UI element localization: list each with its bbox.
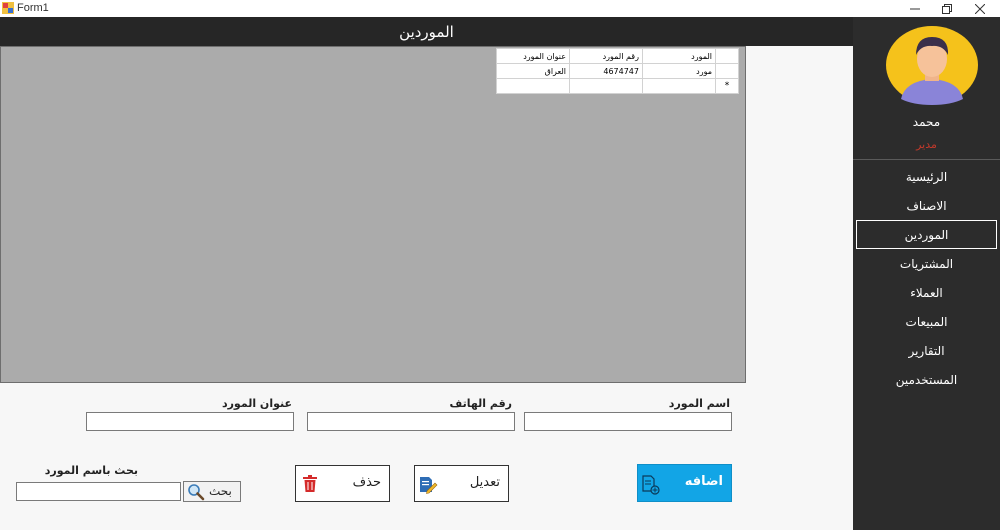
table-cell[interactable]: العراق (496, 63, 570, 79)
sidebar-item-users[interactable]: المستخدمين (856, 365, 997, 394)
table-header-row: عنوان المورد رقم المورد المورد (496, 48, 739, 64)
supplier-name-input[interactable] (524, 412, 732, 431)
sidebar-item-customers[interactable]: العملاء (856, 278, 997, 307)
minimize-icon (910, 8, 920, 9)
sidebar-nav: الرئيسية الاصناف الموردين المشتريات العم… (853, 162, 1000, 394)
add-button-label: اضافه (684, 474, 723, 489)
add-document-icon (642, 475, 660, 495)
close-button[interactable] (965, 0, 995, 17)
sidebar-item-sales[interactable]: المبيعات (856, 307, 997, 336)
address-input[interactable] (86, 412, 294, 431)
edit-button-label: تعديل (469, 475, 500, 490)
table-cell[interactable]: 4674747 (569, 63, 643, 79)
edit-button[interactable]: تعديل (414, 465, 509, 502)
phone-label: رقم الهاتف (449, 397, 512, 410)
suppliers-grid[interactable]: عنوان المورد رقم المورد المورد العراق 46… (0, 46, 746, 383)
close-icon (975, 3, 985, 14)
add-button[interactable]: اضافه (637, 464, 732, 502)
app-icon (2, 2, 14, 14)
sidebar-item-home[interactable]: الرئيسية (856, 162, 997, 191)
column-header[interactable]: المورد (642, 48, 716, 64)
new-row-marker: * (715, 78, 739, 94)
row-header[interactable] (715, 63, 739, 79)
sidebar: محمد مدير الرئيسية الاصناف الموردين المش… (853, 17, 1000, 530)
edit-icon (420, 477, 438, 494)
search-label: بحث باسم المورد (44, 464, 138, 477)
column-header[interactable]: عنوان المورد (496, 48, 570, 64)
avatar (886, 26, 978, 105)
table-row[interactable]: العراق 4674747 مورد (496, 63, 739, 79)
suppliers-table[interactable]: عنوان المورد رقم المورد المورد العراق 46… (496, 48, 739, 94)
sidebar-item-items[interactable]: الاصناف (856, 191, 997, 220)
address-label: عنوان المورد (221, 397, 292, 410)
window-title: Form1 (17, 2, 49, 14)
page-title: الموردين (0, 17, 853, 46)
sidebar-item-reports[interactable]: التقارير (856, 336, 997, 365)
main-panel: الموردين عنوان المورد رقم المورد المورد … (0, 17, 853, 530)
magnifier-icon (188, 484, 205, 501)
user-profile: محمد مدير (853, 17, 1000, 160)
delete-button[interactable]: حذف (295, 465, 390, 502)
window-titlebar: Form1 (0, 0, 1000, 17)
trash-icon (303, 475, 317, 492)
restore-button[interactable] (932, 0, 962, 17)
column-header[interactable]: رقم المورد (569, 48, 643, 64)
delete-button-label: حذف (352, 475, 381, 490)
search-input[interactable] (16, 482, 181, 501)
restore-icon (942, 3, 952, 14)
table-cell[interactable] (642, 78, 716, 94)
search-button[interactable]: بحث (183, 481, 241, 502)
table-new-row[interactable]: * (496, 78, 739, 94)
table-cell[interactable] (496, 78, 570, 94)
minimize-button[interactable] (900, 0, 930, 17)
row-header[interactable] (715, 48, 739, 64)
supplier-name-label: اسم المورد (668, 397, 730, 410)
table-cell[interactable]: مورد (642, 63, 716, 79)
table-cell[interactable] (569, 78, 643, 94)
phone-input[interactable] (307, 412, 515, 431)
sidebar-item-suppliers[interactable]: الموردين (856, 220, 997, 249)
sidebar-item-purchases[interactable]: المشتريات (856, 249, 997, 278)
search-button-label: بحث (209, 484, 232, 498)
user-name: محمد (912, 115, 941, 129)
user-role: مدير (916, 138, 937, 151)
